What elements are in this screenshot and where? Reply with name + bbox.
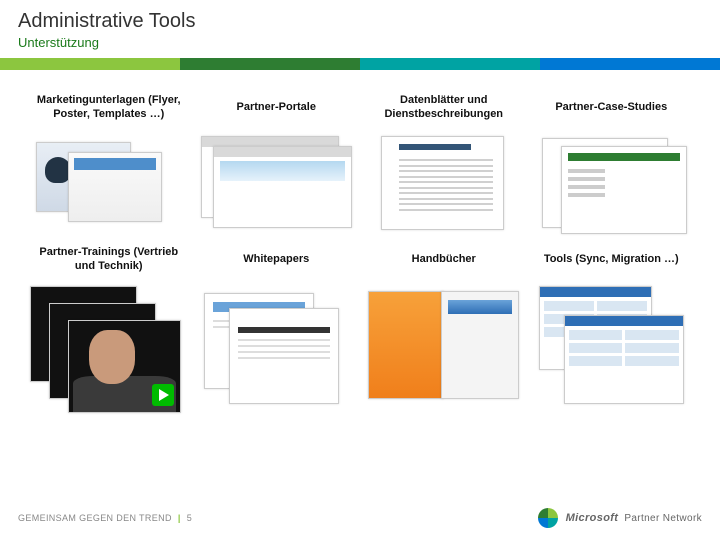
- thumb-portals: [198, 134, 356, 234]
- page-title: Administrative Tools: [18, 10, 702, 33]
- footer-tagline: GEMEINSAM GEGEN DEN TREND: [18, 513, 172, 523]
- thumb-datasheets: [365, 134, 523, 234]
- page-subtitle: Unterstützung: [18, 35, 702, 50]
- play-icon: [152, 384, 174, 406]
- thumb-casestudies: [533, 134, 691, 234]
- video-frame-icon: [68, 320, 181, 414]
- thumb-trainings: [30, 286, 188, 406]
- book-cover-icon: [368, 291, 444, 399]
- content-area: Marketingunterlagen (Flyer, Poster, Temp…: [30, 88, 690, 480]
- heading-portals: Partner-Portale: [198, 88, 356, 128]
- heading-trainings: Partner-Trainings (Vertrieb und Technik): [30, 240, 188, 280]
- partner-network-logo: Microsoft Partner Network: [536, 506, 702, 530]
- heading-casestudies: Partner-Case-Studies: [533, 88, 691, 128]
- thumb-marketing: [30, 134, 188, 234]
- pinwheel-icon: [536, 506, 560, 530]
- heading-handbooks: Handbücher: [365, 240, 523, 280]
- document-icon: [229, 308, 339, 404]
- footer: GEMEINSAM GEGEN DEN TREND | 5 Microsoft …: [18, 506, 702, 530]
- thumb-tools: [533, 286, 691, 406]
- thumb-handbooks: [365, 286, 523, 406]
- app-window-icon: [564, 315, 684, 404]
- logo-brand-a: Microsoft: [566, 512, 619, 524]
- logo-brand-b: Partner Network: [624, 513, 702, 524]
- slide: Administrative Tools Unterstützung Marke…: [0, 0, 720, 540]
- browser-window-icon: [213, 146, 352, 228]
- heading-datasheets: Datenblätter und Dienstbeschreibungen: [365, 88, 523, 128]
- title-area: Administrative Tools Unterstützung: [0, 0, 720, 54]
- heading-whitepapers: Whitepapers: [198, 240, 356, 280]
- heading-tools: Tools (Sync, Migration …): [533, 240, 691, 280]
- flyer-icon: [68, 152, 163, 222]
- document-icon: [381, 136, 504, 230]
- document-icon: [561, 146, 687, 234]
- separator-icon: |: [178, 513, 181, 523]
- heading-marketing: Marketingunterlagen (Flyer, Poster, Temp…: [30, 88, 188, 128]
- grid: Marketingunterlagen (Flyer, Poster, Temp…: [30, 88, 690, 406]
- page-number: 5: [187, 513, 192, 523]
- accent-band: [0, 58, 720, 70]
- book-page-icon: [441, 291, 520, 399]
- footer-left: GEMEINSAM GEGEN DEN TREND | 5: [18, 513, 192, 523]
- thumb-whitepapers: [198, 286, 356, 406]
